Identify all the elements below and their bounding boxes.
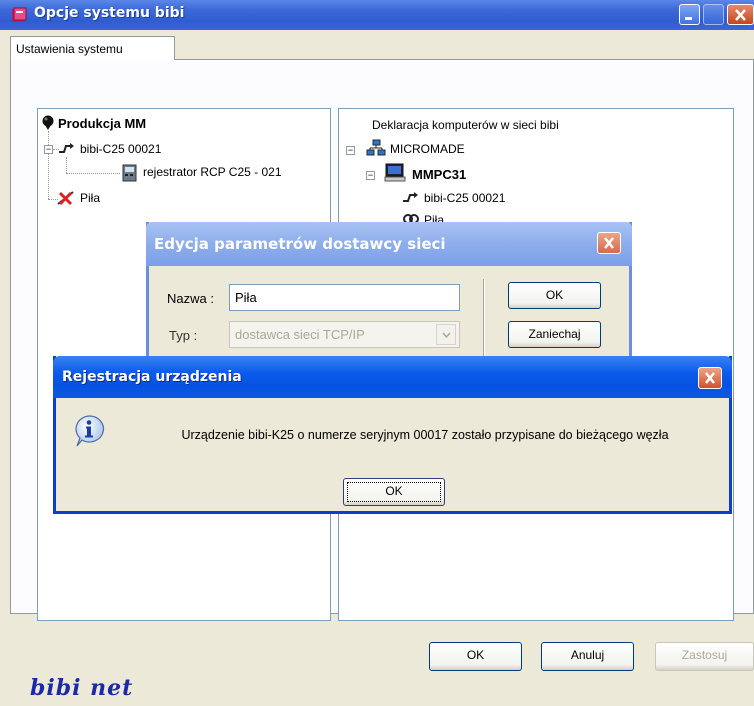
- tree-line: [66, 157, 67, 173]
- right-tree-domain[interactable]: MICROMADE: [390, 142, 465, 156]
- type-select[interactable]: dostawca sieci TCP/IP: [229, 321, 460, 348]
- network-domain-icon: [366, 139, 386, 156]
- window-title: Opcje systemu bibi: [34, 5, 185, 21]
- name-input-value: Piła: [235, 290, 257, 305]
- tab-ustawienia-systemu[interactable]: Ustawienia systemu: [10, 36, 175, 60]
- register-dialog-title: Rejestracja urządzenia: [62, 369, 242, 385]
- book-icon: [12, 7, 27, 22]
- ok-button-label: OK: [466, 648, 485, 662]
- tree-line: [66, 173, 120, 174]
- edit-ok-button[interactable]: OK: [508, 282, 601, 309]
- collapse-expander[interactable]: −: [346, 146, 355, 155]
- name-label: Nazwa :: [167, 291, 214, 306]
- left-tree-item-device[interactable]: bibi-C25 00021: [80, 142, 161, 156]
- left-tree-item-pila[interactable]: Piła: [80, 191, 100, 205]
- brand-logo: bibi net: [30, 675, 134, 701]
- right-tree-item-device[interactable]: bibi-C25 00021: [424, 191, 505, 205]
- name-input[interactable]: Piła: [229, 284, 460, 311]
- location-pin-icon: [42, 115, 54, 130]
- edit-dialog-title: Edycja parametrów dostawcy sieci: [154, 235, 446, 253]
- dropdown-arrow-button[interactable]: [436, 324, 456, 345]
- type-select-value: dostawca sieci TCP/IP: [235, 327, 365, 342]
- network-node-icon: [59, 143, 74, 153]
- tree-line: [48, 131, 49, 145]
- apply-button-label: Zastosuj: [681, 648, 728, 662]
- tree-line: [48, 154, 49, 199]
- edit-cancel-label: Zaniechaj: [528, 327, 581, 341]
- minimize-icon: [685, 17, 692, 20]
- focus-rectangle: [347, 482, 441, 502]
- cancel-button[interactable]: Anuluj: [541, 642, 634, 671]
- right-tree-computer[interactable]: MMPC31: [412, 167, 466, 182]
- register-dialog-message: Urządzenie bibi-K25 o numerze seryjnym 0…: [181, 428, 669, 442]
- close-icon: [735, 9, 746, 21]
- register-dialog-close-button[interactable]: [698, 367, 722, 389]
- broken-link-icon: [57, 191, 74, 206]
- cancel-button-label: Anuluj: [570, 648, 605, 662]
- ok-button[interactable]: OK: [429, 642, 522, 671]
- right-tree-header: Deklaracja komputerów w sieci bibi: [372, 118, 559, 132]
- edit-dialog-close-button[interactable]: [597, 232, 621, 254]
- collapse-expander[interactable]: −: [44, 145, 53, 154]
- type-label: Typ :: [169, 328, 198, 343]
- network-node-icon: [403, 192, 418, 202]
- close-button[interactable]: [727, 4, 754, 25]
- chevron-down-icon: [442, 332, 451, 338]
- left-tree-root[interactable]: Produkcja MM: [58, 116, 146, 131]
- apply-button[interactable]: Zastosuj: [655, 642, 754, 671]
- close-icon: [604, 237, 614, 249]
- edit-cancel-button[interactable]: Zaniechaj: [508, 321, 601, 348]
- register-ok-button[interactable]: OK: [343, 478, 445, 506]
- info-icon: [75, 415, 105, 447]
- minimize-button[interactable]: [679, 4, 700, 25]
- close-icon: [705, 372, 715, 384]
- collapse-expander[interactable]: −: [366, 171, 375, 180]
- recorder-device-icon: [122, 164, 137, 182]
- tab-label: Ustawienia systemu: [16, 42, 123, 56]
- edit-dialog-separator: [483, 279, 485, 359]
- maximize-button[interactable]: [703, 4, 724, 25]
- edit-ok-label: OK: [545, 288, 564, 302]
- left-tree-item-recorder[interactable]: rejestrator RCP C25 - 021: [143, 165, 282, 179]
- computer-icon: [384, 163, 406, 182]
